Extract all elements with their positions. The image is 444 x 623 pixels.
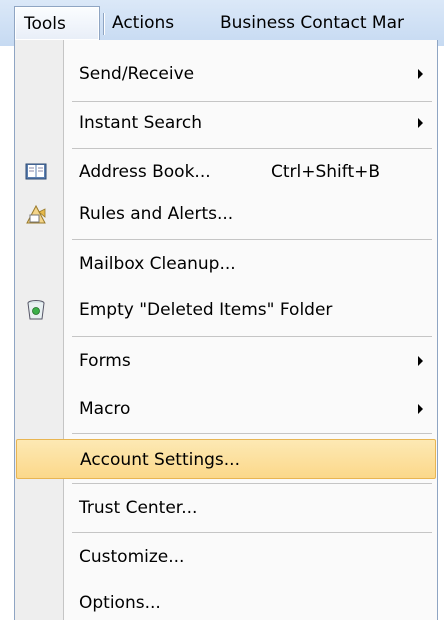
instant-search-label: Instant Search — [79, 113, 202, 133]
menu-item-rules-alerts[interactable]: Rules and Alerts... — [16, 194, 436, 234]
customize-label: Customize... — [79, 547, 185, 567]
rules-alerts-label: Rules and Alerts... — [79, 204, 234, 224]
menu-item-trust-center[interactable]: Trust Center... — [16, 488, 436, 528]
address-book-icon — [25, 163, 47, 180]
submenu-arrow-icon — [418, 118, 423, 128]
tools-dropdown: Send/Receive Instant Search Address Book… — [14, 40, 438, 620]
menu-item-mailbox-cleanup[interactable]: Mailbox Cleanup... — [16, 244, 436, 284]
account-settings-label: Account Settings... — [80, 450, 240, 470]
recycle-bin-icon — [27, 300, 45, 320]
empty-deleted-label: Empty "Deleted Items" Folder — [79, 300, 333, 320]
rules-alerts-icon — [26, 204, 46, 224]
forms-label: Forms — [79, 351, 131, 371]
menu-item-send-receive[interactable]: Send/Receive — [16, 54, 436, 94]
submenu-arrow-icon — [418, 356, 423, 366]
menu-item-customize[interactable]: Customize... — [16, 537, 436, 577]
menu-item-options[interactable]: Options... — [16, 583, 436, 623]
send-receive-label: Send/Receive — [79, 64, 195, 84]
separator — [72, 483, 432, 484]
options-label: Options... — [79, 593, 161, 613]
submenu-arrow-icon — [418, 404, 423, 414]
trust-center-label: Trust Center... — [79, 498, 198, 518]
menu-actions[interactable]: Actions — [103, 6, 183, 40]
separator — [72, 239, 432, 240]
separator — [72, 336, 432, 337]
menu-tools[interactable]: Tools — [14, 6, 100, 40]
mailbox-cleanup-label: Mailbox Cleanup... — [79, 254, 236, 274]
address-book-shortcut: Ctrl+Shift+B — [271, 162, 381, 182]
menu-item-forms[interactable]: Forms — [16, 341, 436, 381]
separator — [72, 433, 432, 434]
menu-item-instant-search[interactable]: Instant Search — [16, 103, 436, 143]
submenu-arrow-icon — [418, 69, 423, 79]
separator — [72, 532, 432, 533]
menu-tools-label: Tools — [24, 14, 66, 34]
separator — [72, 101, 432, 102]
menu-item-account-settings[interactable]: Account Settings... — [16, 439, 436, 479]
menu-business-contact-label: Business Contact Mar — [220, 13, 404, 33]
menu-item-empty-deleted-items[interactable]: Empty "Deleted Items" Folder — [16, 290, 436, 330]
menu-item-macro[interactable]: Macro — [16, 389, 436, 429]
macro-label: Macro — [79, 399, 131, 419]
address-book-label: Address Book... — [79, 162, 211, 182]
menu-actions-label: Actions — [112, 13, 175, 33]
separator — [72, 148, 432, 149]
menu-business-contact-manager[interactable]: Business Contact Mar — [211, 6, 413, 40]
menu-item-address-book[interactable]: Address Book... Ctrl+Shift+B — [16, 152, 436, 192]
